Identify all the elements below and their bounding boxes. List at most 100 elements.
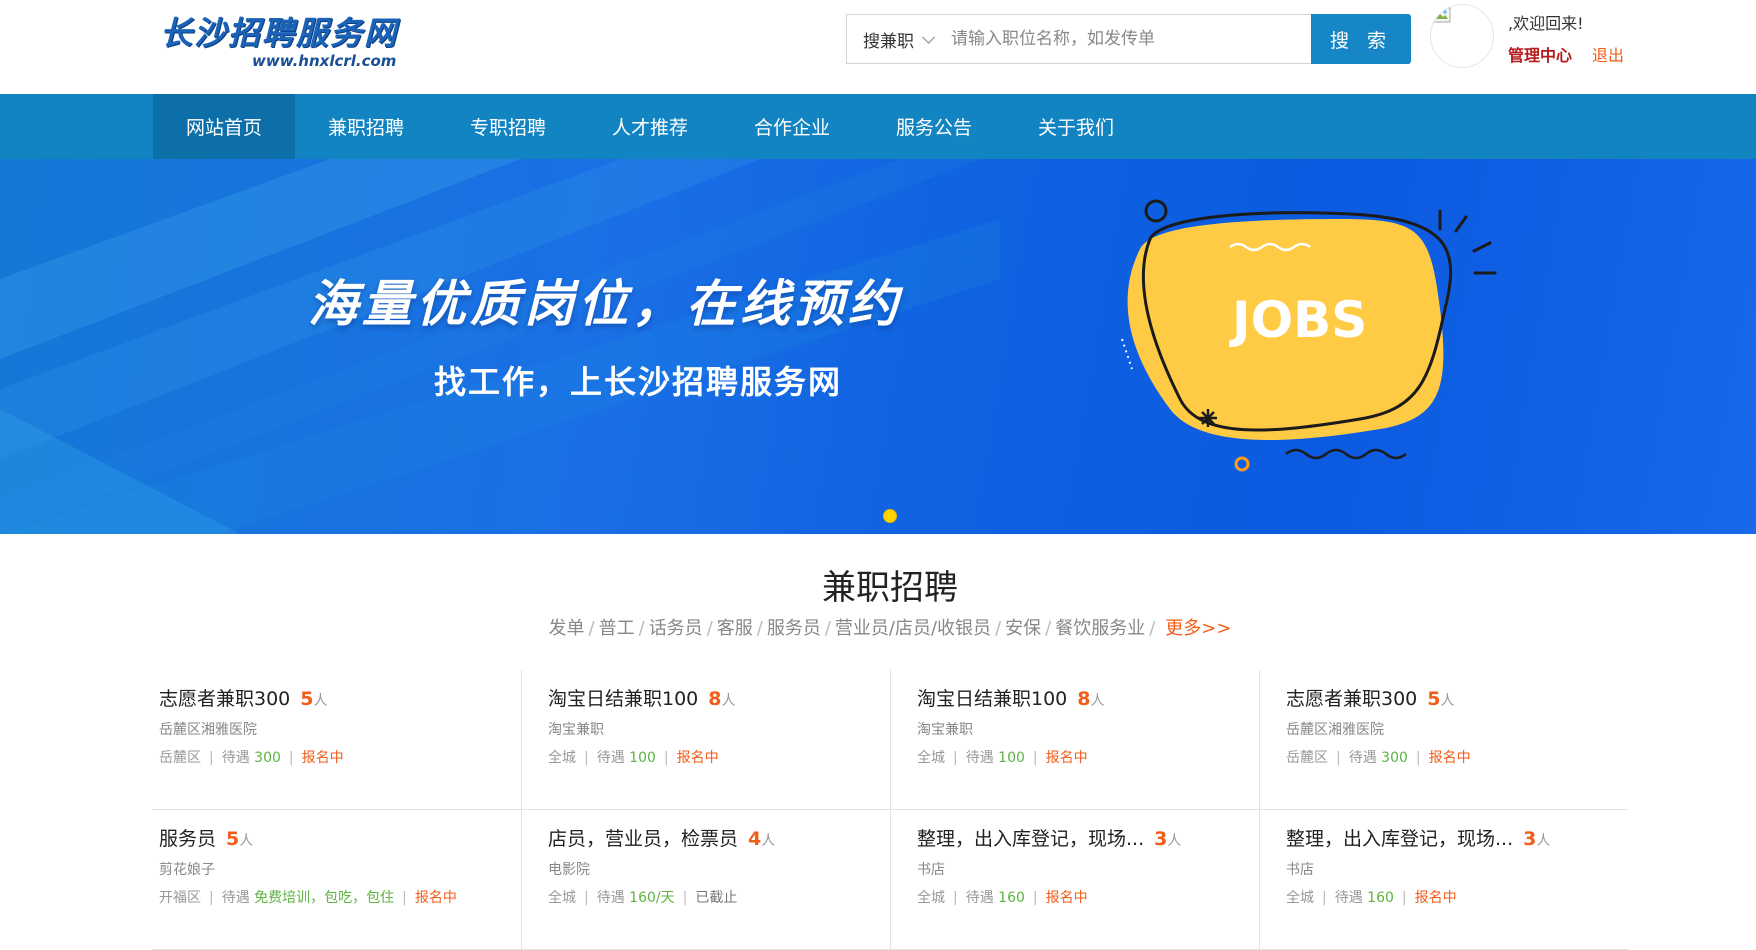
job-title: 志愿者兼职300 [1286,688,1418,710]
chevron-down-icon [922,30,935,44]
pay-label: 待遇 [965,750,994,766]
tag-separator: / [588,618,595,639]
category-tag[interactable]: 安保 [1005,618,1041,639]
meta-separator: | [1336,750,1341,766]
headcount-unit: 人 [1440,693,1455,709]
job-card[interactable]: 整理，出入库登记，现场... 3人 书店 全城 | 待遇 160 | 报名中 [890,810,1259,949]
hero-banner[interactable]: 海量优质岗位，在线预约 找工作，上长沙招聘服务网 JOBS [0,159,1756,534]
job-pay: 300 [1381,750,1408,766]
nav-list: 网站首页 兼职招聘 专职招聘 人才推荐 合作企业 服务公告 关于我们 [153,94,1147,159]
job-company: 电影院 [548,862,590,878]
job-grid: 志愿者兼职300 5人 岳麓区湘雅医院 岳麓区 | 待遇 300 | 报名中 淘宝日结兼职100… [152,670,1628,950]
job-title-line[interactable]: 店员，营业员，检票员 4人 [548,826,890,854]
job-card[interactable]: 志愿者兼职300 5人 岳麓区湘雅医院 岳麓区 | 待遇 300 | 报名中 [1259,670,1628,809]
job-meta: 全城 | 待遇 100 | 报名中 [548,748,890,768]
jobs-sign-graphic: JOBS [1121,199,1497,472]
logout-link[interactable]: 退出 [1592,42,1624,66]
headcount-unit: 人 [761,833,776,849]
job-company: 岳麓区湘雅医院 [1286,722,1384,738]
job-title-line[interactable]: 服务员 5人 [159,826,521,854]
category-tag[interactable]: 客服 [717,618,753,639]
tag-separator: / [638,618,645,639]
job-title: 整理，出入库登记，现场... [917,828,1145,850]
job-meta: 全城 | 待遇 160 | 报名中 [917,888,1259,908]
category-tag[interactable]: 普工 [599,618,635,639]
pay-label: 待遇 [596,750,625,766]
job-card[interactable]: 店员，营业员，检票员 4人 电影院 全城 | 待遇 160/天 | 已截止 [521,810,890,949]
headcount-unit: 人 [313,693,328,709]
job-headcount: 5 [300,688,314,710]
job-status: 报名中 [1045,890,1088,906]
job-status: 报名中 [1428,750,1471,766]
job-headcount: 3 [1154,828,1168,850]
job-title-line[interactable]: 淘宝日结兼职100 8人 [548,686,890,714]
admin-center-link[interactable]: 管理中心 [1508,42,1572,66]
job-title: 整理，出入库登记，现场... [1286,828,1514,850]
job-company: 书店 [1286,862,1314,878]
job-meta: 岳麓区 | 待遇 300 | 报名中 [1286,748,1628,768]
job-title-line[interactable]: 志愿者兼职300 5人 [1286,686,1628,714]
job-meta: 全城 | 待遇 100 | 报名中 [917,748,1259,768]
job-area: 岳麓区 [159,750,201,766]
job-pay: 160 [1367,890,1394,906]
job-title-line[interactable]: 整理，出入库登记，现场... 3人 [917,826,1259,854]
tag-separator: / [1045,618,1052,639]
job-title: 淘宝日结兼职100 [548,688,699,710]
banner-title: 海量优质岗位，在线预约 [308,275,902,333]
nav-item[interactable]: 关于我们 [1005,94,1147,159]
job-card[interactable]: 服务员 5人 剪花娘子 开福区 | 待遇 免费培训，包吃，包住 | 报名中 [152,810,521,949]
job-area: 全城 [917,750,945,766]
site-logo[interactable]: 长沙招聘服务网 www.hnxlcrl.com [160,14,440,78]
logo-title: 长沙招聘服务网 [160,14,399,52]
meta-separator: | [1032,750,1038,766]
job-title-line[interactable]: 淘宝日结兼职100 8人 [917,686,1259,714]
headcount-unit: 人 [1167,833,1182,849]
job-card[interactable]: 淘宝日结兼职100 8人 淘宝兼职 全城 | 待遇 100 | 报名中 [521,670,890,809]
headcount-unit: 人 [1090,693,1105,709]
headcount-unit: 人 [721,693,736,709]
nav-item[interactable]: 兼职招聘 [295,94,437,159]
job-row: 服务员 5人 剪花娘子 开福区 | 待遇 免费培训，包吃，包住 | 报名中 店员，营业员，检票员… [152,810,1628,950]
meta-separator: | [1322,890,1327,906]
tag-separator: / [995,618,1002,639]
category-tag[interactable]: 发单 [549,618,585,639]
category-tags: 发单 / 普工 / 话务员 / 客服 / 服务员 / 营业员/店员/收银员 / 安保 / 餐饮服务业 / 更多>… [0,614,1756,640]
category-tag[interactable]: 话务员 [649,618,703,639]
job-status: 报名中 [414,890,457,906]
job-title-line[interactable]: 志愿者兼职300 5人 [159,686,521,714]
job-company: 剪花娘子 [159,862,215,878]
nav-item[interactable]: 专职招聘 [437,94,579,159]
job-area: 岳麓区 [1286,750,1328,766]
nav-item[interactable]: 人才推荐 [579,94,721,159]
avatar[interactable] [1430,4,1494,68]
job-area: 全城 [548,890,576,906]
job-status: 报名中 [1414,890,1457,906]
category-tag[interactable]: 营业员/店员/收银员 [835,618,991,639]
job-headcount: 3 [1523,828,1537,850]
tag-separator: / [706,618,713,639]
search-button[interactable]: 搜 索 [1311,14,1411,64]
job-company: 岳麓区湘雅医院 [159,722,257,738]
section-title: 兼职招聘 [822,568,958,608]
job-status: 报名中 [301,750,344,766]
job-card[interactable]: 淘宝日结兼职100 8人 淘宝兼职 全城 | 待遇 100 | 报名中 [890,670,1259,809]
meta-separator: | [682,890,688,906]
job-title: 志愿者兼职300 [159,688,291,710]
carousel-dot[interactable] [883,509,897,523]
job-pay: 160/天 [629,890,675,906]
more-link[interactable]: 更多>> [1165,618,1231,639]
category-tag[interactable]: 餐饮服务业 [1055,618,1145,639]
category-tag[interactable]: 服务员 [767,618,821,639]
job-meta: 岳麓区 | 待遇 300 | 报名中 [159,748,521,768]
tag-separator: / [824,618,831,639]
job-status: 报名中 [676,750,719,766]
job-pay: 300 [254,750,281,766]
nav-item[interactable]: 服务公告 [863,94,1005,159]
job-card[interactable]: 志愿者兼职300 5人岳麓区湘雅医院岳麓区 | 待遇 300 | 报名中 [152,670,521,809]
job-card[interactable]: 整理，出入库登记，现场... 3人 书店 全城 | 待遇 160 | 报名中 [1259,810,1628,949]
nav-item[interactable]: 合作企业 [721,94,863,159]
job-title-line[interactable]: 整理，出入库登记，现场... 3人 [1286,826,1628,854]
search-type-select[interactable]: 搜兼职 [847,15,947,63]
user-area: ,欢迎回来! 管理中心 退出 [1430,4,1730,70]
nav-item[interactable]: 网站首页 [153,94,295,159]
